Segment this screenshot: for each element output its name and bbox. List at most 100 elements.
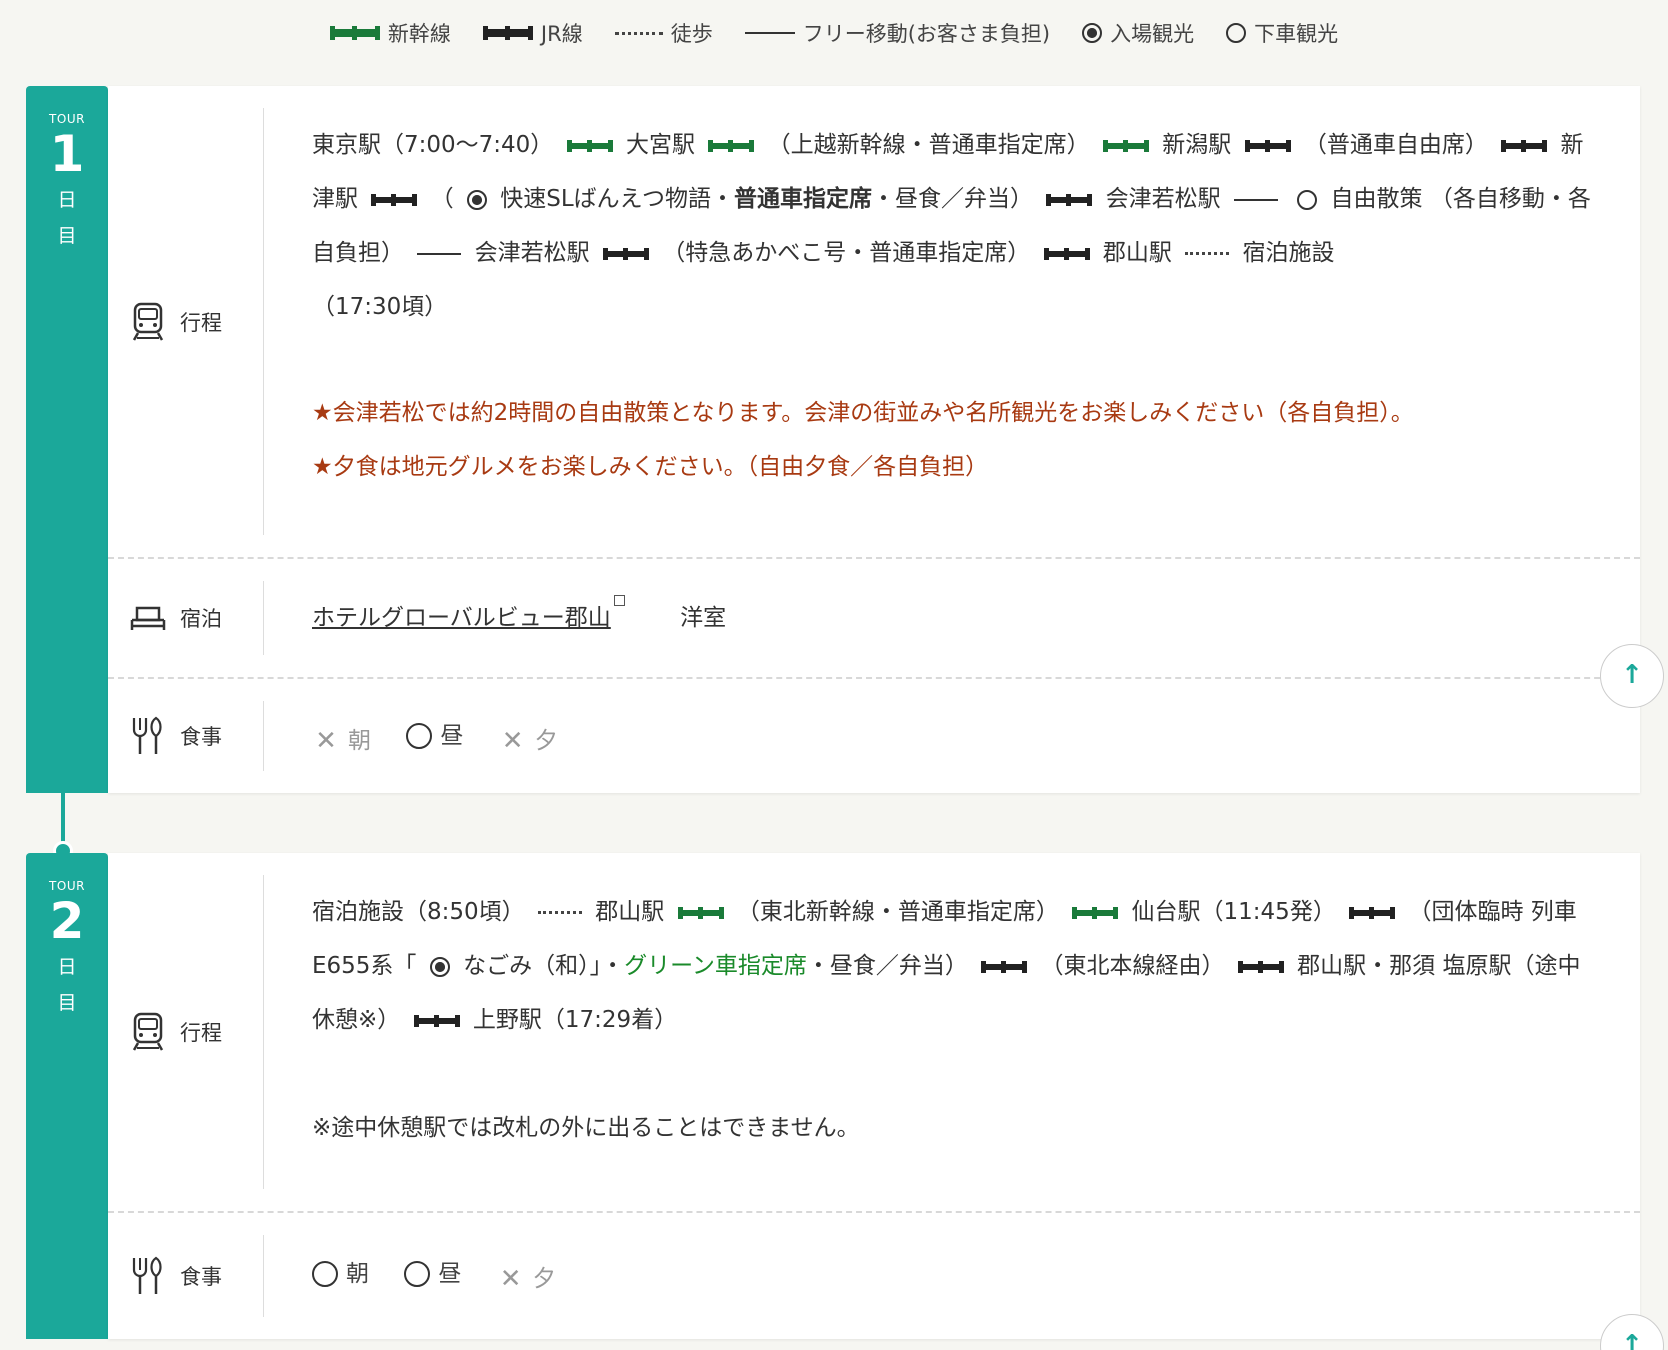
legend-shinkansen-label: 新幹線 [387, 22, 451, 46]
jr-rail-icon [413, 1014, 460, 1027]
meal-body: ✕ 朝 昼 ✕ 夕 [272, 679, 1640, 793]
route-niigata: 新潟駅 [1162, 132, 1232, 158]
legend-jr-label: JR線 [540, 22, 583, 46]
free-move-line-icon [744, 32, 795, 34]
jr-rail-icon [1046, 193, 1093, 206]
circle-icon [1297, 189, 1318, 210]
jr-rail-icon [1237, 960, 1284, 973]
route-paren: （ [430, 186, 454, 212]
route-arrival: （17:30頃） [312, 294, 448, 320]
meal-head: 食事 [108, 1213, 272, 1339]
day-1-card: 行程 東京駅（7:00～7:40） 大宮駅 （上越新幹線・普通車指定席） 新潟駅… [108, 86, 1640, 793]
meal-row: 食事 朝 昼 ✕ 夕 [108, 1211, 1640, 1339]
itinerary-row: 行程 東京駅（7:00～7:40） 大宮駅 （上越新幹線・普通車指定席） 新潟駅… [108, 86, 1640, 557]
meal-dinner-label: 夕 [534, 728, 558, 754]
route-aizu: 会津若松駅 [1105, 186, 1221, 212]
shinkansen-rail-icon [329, 26, 380, 40]
shinkansen-rail-icon [566, 139, 613, 152]
jr-rail-icon [1501, 139, 1548, 152]
shinkansen-rail-icon [708, 139, 755, 152]
legend-stopover: 下車観光 [1226, 18, 1338, 48]
itinerary-head: 行程 [108, 86, 272, 557]
route-jiyu: （普通車自由席） [1303, 132, 1488, 158]
walk-line-icon [1185, 252, 1230, 255]
meal-row: 食事 ✕ 朝 昼 ✕ 夕 [108, 677, 1640, 793]
day-number: 2 [49, 892, 85, 950]
day-1-tab: TOUR 1 日 目 [26, 86, 108, 793]
jr-rail-icon [1043, 247, 1090, 260]
day-suffix-2: 目 [57, 992, 77, 1014]
legend-shinkansen: 新幹線 [329, 18, 451, 48]
circle-icon [406, 723, 433, 749]
meal-breakfast: 朝 [312, 1247, 369, 1301]
meal-breakfast-label: 朝 [348, 728, 371, 754]
note-free-walk: ★会津若松では約2時間の自由散策となります。会津の街並みや名所観光をお楽しみくだ… [312, 400, 1414, 426]
jr-rail-icon [1349, 906, 1396, 919]
meal-breakfast-label: 朝 [346, 1261, 369, 1287]
legend-walk-label: 徒歩 [670, 22, 713, 46]
itinerary-label: 行程 [180, 310, 222, 335]
route-koriyama: 郡山駅 [595, 899, 665, 925]
note-dinner: ★夕食は地元グルメをお楽しみください。（自由夕食／各自負担） [312, 454, 989, 480]
legend-entry-label: 入場観光 [1110, 22, 1195, 46]
route-aizu-2: 会津若松駅 [474, 240, 590, 266]
itinerary-label: 行程 [180, 1021, 222, 1045]
route-tohoku: （東北新幹線・普通車指定席） [736, 899, 1059, 925]
shinkansen-rail-icon [1102, 139, 1149, 152]
room-type: 洋室 [680, 605, 727, 631]
jr-rail-icon [371, 193, 418, 206]
legend-free-label: フリー移動(お客さま負担) [802, 22, 1051, 46]
jr-rail-icon [1244, 139, 1291, 152]
day-suffix-1: 日 [57, 956, 77, 978]
route-sl-seat: 普通車指定席 [733, 186, 872, 212]
walk-line-icon [614, 31, 663, 35]
double-circle-icon [1082, 23, 1103, 43]
meal-body: 朝 昼 ✕ 夕 [272, 1213, 1640, 1339]
stay-label: 宿泊 [180, 607, 222, 631]
external-link-icon [613, 595, 625, 606]
route-ueno: 上野駅（17:29着） [472, 1007, 678, 1033]
route-koriyama: 郡山駅 [1102, 240, 1172, 266]
walk-line-icon [537, 911, 582, 914]
route-free-walk: 自由散策 [1330, 186, 1423, 212]
itinerary-row: 行程 宿泊施設（8:50頃） 郡山駅 （東北新幹線・普通車指定席） 仙台駅（11… [108, 853, 1640, 1211]
tour-label: TOUR [49, 879, 85, 893]
route-lunch: ・昼食／弁当） [806, 953, 968, 979]
day-2-tab: TOUR 2 日 目 [26, 853, 108, 1339]
train-icon [132, 1012, 164, 1051]
route-nagomi: なごみ（和）」・ [463, 953, 625, 979]
scroll-top-button[interactable]: ↑ [1600, 644, 1664, 708]
double-circle-icon [429, 956, 450, 977]
route-tokyo: 東京駅（7:00～7:40） [312, 132, 554, 158]
free-move-line-icon [1233, 198, 1278, 201]
meal-head: 食事 [108, 679, 272, 793]
free-move-line-icon [417, 252, 462, 255]
route-koriyama-nasu: 郡山駅・那須 [1297, 953, 1436, 979]
itinerary-body: 東京駅（7:00～7:40） 大宮駅 （上越新幹線・普通車指定席） 新潟駅 （普… [272, 86, 1640, 557]
itinerary-body: 宿泊施設（8:50頃） 郡山駅 （東北新幹線・普通車指定席） 仙台駅（11:45… [272, 853, 1640, 1211]
legend-entry: 入場観光 [1082, 18, 1194, 48]
legend-free: フリー移動(お客さま負担) [744, 18, 1051, 48]
route-charter: （団体臨時 [1408, 899, 1524, 925]
route-tohoku-line: （東北本線経由） [1040, 953, 1225, 979]
stay-body: ホテルグローバルビュー郡山 洋室 [272, 559, 1640, 677]
day-1-block: TOUR 1 日 目 行程 東京駅（7:00～7:40） 大宮駅 （上越新幹線・… [26, 86, 1640, 793]
shinkansen-rail-icon [677, 906, 724, 919]
meal-label: 食事 [180, 1265, 222, 1289]
stay-head: 宿泊 [108, 559, 272, 677]
hotel-link[interactable]: ホテルグローバルビュー郡山 [312, 605, 611, 631]
note-rest-station: ※途中休憩駅では改札の外に出ることはできません。 [312, 1115, 860, 1141]
route-green-car: グリーン車指定席 [624, 953, 807, 979]
cross-icon: ✕ [501, 726, 524, 756]
legend-stopover-label: 下車観光 [1254, 22, 1339, 46]
day-suffix-2: 目 [57, 225, 77, 247]
legend-jr: JR線 [482, 18, 583, 48]
meal-dinner: ✕ 夕 [497, 1252, 556, 1306]
meal-label: 食事 [180, 725, 222, 749]
route-sl-lunch: ・昼食／弁当） [871, 186, 1033, 212]
jr-rail-icon [482, 26, 533, 40]
stay-row: 宿泊 ホテルグローバルビュー郡山 洋室 [108, 557, 1640, 677]
meal-dinner-label: 夕 [532, 1266, 556, 1292]
meal-dinner: ✕ 夕 [499, 714, 558, 768]
route-lodging: 宿泊施設（8:50頃） [312, 899, 525, 925]
